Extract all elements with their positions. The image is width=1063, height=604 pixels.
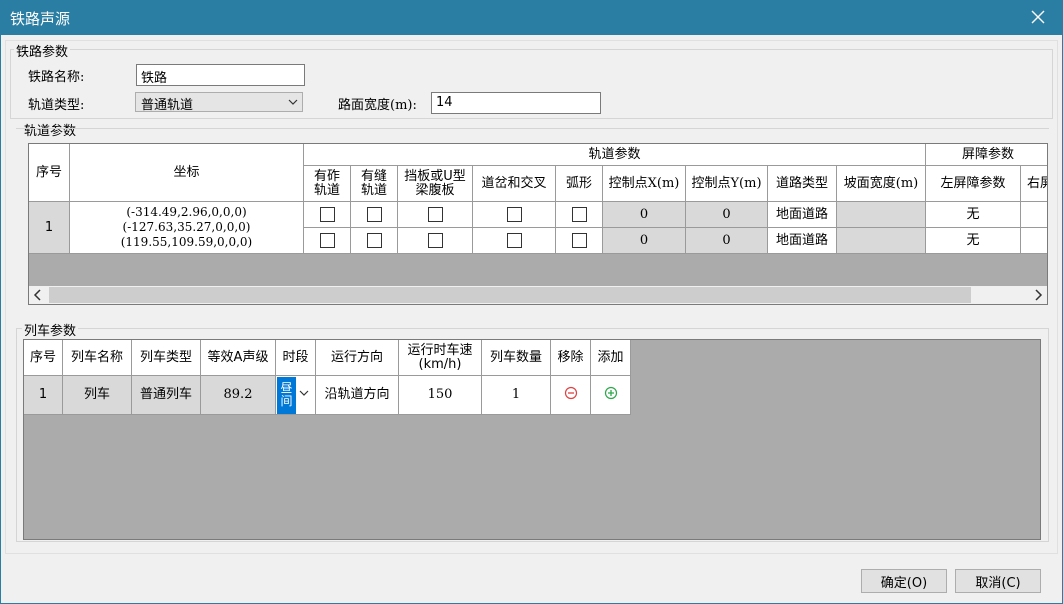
- col-slope-width-header: 坡面宽度(m): [837, 166, 926, 202]
- switch-cell: [473, 228, 556, 254]
- road-type-cell[interactable]: 地面道路: [768, 202, 837, 228]
- seamed-checkbox[interactable]: [366, 233, 382, 248]
- train-col-add-header: 添加: [591, 340, 631, 376]
- track-grid: 序号 坐标 轨道参数 屏障参数 有砟轨道 有缝轨道 挡板或U型梁腹板 道岔和交叉…: [28, 143, 1048, 305]
- train-row-index: 1: [24, 376, 63, 415]
- col-index-header: 序号: [29, 144, 70, 202]
- ballast-checkbox[interactable]: [319, 207, 335, 222]
- col-switch-header: 道岔和交叉: [473, 166, 556, 202]
- arc-cell: [556, 228, 603, 254]
- track-row-coords[interactable]: (-314.49,2.96,0,0,0) (-127.63,35.27,0,0,…: [70, 202, 304, 254]
- right-barrier-cell[interactable]: [1021, 228, 1047, 254]
- baffle-cell: [398, 202, 473, 228]
- railway-name-label: 铁路名称:: [28, 70, 85, 85]
- track-grid-hscrollbar[interactable]: [29, 286, 1047, 304]
- train-col-name-header: 列车名称: [63, 340, 132, 376]
- switch-cell: [473, 202, 556, 228]
- ctrl-x-cell[interactable]: 0: [603, 202, 686, 228]
- close-icon[interactable]: [1027, 6, 1049, 28]
- arc-cell: [556, 202, 603, 228]
- slope-width-cell[interactable]: [837, 202, 926, 228]
- col-barrier-params-header: 屏障参数: [926, 144, 1047, 166]
- railway-params-label: 铁路参数: [14, 41, 71, 60]
- ctrl-y-cell[interactable]: 0: [686, 228, 768, 254]
- col-right-barrier-header: 右屏: [1021, 166, 1047, 202]
- seamed-cell: [351, 202, 398, 228]
- chevron-left-icon[interactable]: [33, 289, 43, 304]
- train-params-label: 列车参数: [22, 320, 79, 339]
- road-type-cell[interactable]: 地面道路: [768, 228, 837, 254]
- col-arc-header: 弧形: [556, 166, 603, 202]
- col-ctrl-y-header: 控制点Y(m): [686, 166, 768, 202]
- slope-width-cell[interactable]: [837, 228, 926, 254]
- chevron-down-icon: [299, 388, 309, 402]
- arc-checkbox[interactable]: [571, 207, 587, 222]
- col-ctrl-x-header: 控制点X(m): [603, 166, 686, 202]
- col-road-type-header: 道路类型: [768, 166, 837, 202]
- coord-2: (-127.63,35.27,0,0,0): [122, 220, 251, 234]
- baffle-cell: [398, 228, 473, 254]
- ctrl-x-cell[interactable]: 0: [603, 228, 686, 254]
- title-bar: 铁路声源: [0, 0, 1063, 35]
- track-row-index: 1: [29, 202, 70, 254]
- train-grid: 序号 列车名称 列车类型 等效A声级 时段 运行方向 运行时车速(km/h) 列…: [23, 339, 1041, 540]
- col-left-barrier-header: 左屏障参数: [926, 166, 1021, 202]
- train-period-value: 昼间: [277, 376, 296, 414]
- train-speed-cell[interactable]: 150: [399, 376, 482, 415]
- coord-3: (119.55,109.59,0,0,0): [120, 235, 253, 249]
- switch-checkbox[interactable]: [506, 207, 522, 222]
- window-title: 铁路声源: [10, 10, 71, 28]
- train-count-cell[interactable]: 1: [482, 376, 551, 415]
- baffle-checkbox[interactable]: [427, 233, 443, 248]
- left-barrier-cell[interactable]: 无: [926, 228, 1021, 254]
- track-type-label: 轨道类型:: [28, 98, 85, 113]
- seamed-cell: [351, 228, 398, 254]
- coord-1: (-314.49,2.96,0,0,0): [126, 205, 247, 219]
- road-width-label: 路面宽度(m):: [338, 98, 417, 113]
- train-col-remove-header: 移除: [551, 340, 591, 376]
- chevron-down-icon: [288, 96, 298, 111]
- ctrl-y-cell[interactable]: 0: [686, 202, 768, 228]
- train-level-cell[interactable]: 89.2: [201, 376, 276, 415]
- right-barrier-cell[interactable]: [1021, 202, 1047, 228]
- ok-button[interactable]: 确定(O): [861, 569, 947, 593]
- train-add-cell: [591, 376, 631, 415]
- col-baffle-header: 挡板或U型梁腹板: [398, 166, 473, 202]
- road-width-input[interactable]: 14: [431, 92, 601, 114]
- train-col-level-header: 等效A声级: [201, 340, 276, 376]
- railway-name-input[interactable]: 铁路: [136, 64, 305, 86]
- ballast-cell: [304, 228, 351, 254]
- ballast-cell: [304, 202, 351, 228]
- track-params-label: 轨道参数: [22, 120, 79, 139]
- switch-checkbox[interactable]: [506, 233, 522, 248]
- train-period-select[interactable]: 昼间: [276, 376, 316, 415]
- col-seamed-header: 有缝轨道: [351, 166, 398, 202]
- train-col-speed-header: 运行时车速(km/h): [399, 340, 482, 376]
- baffle-checkbox[interactable]: [427, 207, 443, 222]
- remove-circle-icon[interactable]: [564, 386, 578, 404]
- track-type-value: 普通轨道: [141, 98, 194, 113]
- train-col-direction-header: 运行方向: [316, 340, 399, 376]
- col-coords-header: 坐标: [70, 144, 304, 202]
- chevron-right-icon[interactable]: [1033, 289, 1043, 304]
- track-type-select[interactable]: 普通轨道: [135, 92, 303, 113]
- cancel-button[interactable]: 取消(C): [955, 569, 1041, 593]
- left-barrier-cell[interactable]: 无: [926, 202, 1021, 228]
- train-type-cell[interactable]: 普通列车: [132, 376, 201, 415]
- add-circle-icon[interactable]: [604, 386, 618, 404]
- train-col-period-header: 时段: [276, 340, 316, 376]
- arc-checkbox[interactable]: [571, 233, 587, 248]
- ballast-checkbox[interactable]: [319, 233, 335, 248]
- train-direction-cell[interactable]: 沿轨道方向: [316, 376, 399, 415]
- train-col-count-header: 列车数量: [482, 340, 551, 376]
- col-ballast-header: 有砟轨道: [304, 166, 351, 202]
- train-name-cell[interactable]: 列车: [63, 376, 132, 415]
- track-params-divider: [16, 128, 1049, 129]
- train-col-type-header: 列车类型: [132, 340, 201, 376]
- train-remove-cell: [551, 376, 591, 415]
- scroll-thumb[interactable]: [49, 287, 971, 303]
- seamed-checkbox[interactable]: [366, 207, 382, 222]
- train-col-index-header: 序号: [24, 340, 63, 376]
- col-track-params-header: 轨道参数: [304, 144, 926, 166]
